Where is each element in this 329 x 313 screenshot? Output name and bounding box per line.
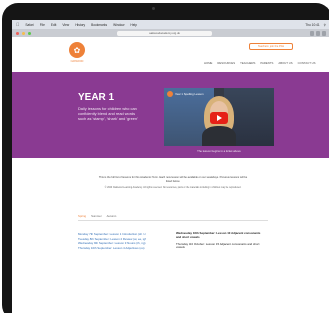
nav-contact[interactable]: CONTACT US	[298, 61, 316, 65]
search-icon[interactable]: ⚲	[324, 23, 326, 27]
menu-edit[interactable]: Edit	[51, 23, 57, 27]
lesson-detail-body: Thursday 3rd October: Lesson 15 Adjacent…	[176, 241, 260, 250]
nav-teachers[interactable]: TEACHERS	[240, 61, 255, 65]
main-nav: HOME RESOURCES TEACHERS PARENTS ABOUT US…	[204, 61, 316, 65]
lesson-list: Monday 7th September: Lesson 1 Introduct…	[78, 232, 146, 250]
copyright-text: © 2020 Oakwood Learning Academy. All rig…	[104, 187, 242, 189]
nav-about[interactable]: ABOUT US	[278, 61, 292, 65]
hero-banner: YEAR 1 Daily lessons for children who ca…	[12, 72, 329, 158]
menu-bookmarks[interactable]: Bookmarks	[91, 23, 107, 27]
lesson-detail-title: Wednesday 16th September: Lesson 10 Adja…	[176, 231, 261, 239]
intro-text: This is the full list of lessons for thi…	[98, 176, 248, 183]
address-bar[interactable]: oakwoodacademy.org.uk	[117, 30, 212, 36]
channel-avatar	[167, 91, 173, 97]
video-player[interactable]: Year 1 Spelling Lesson	[164, 88, 274, 146]
presenter-body	[202, 126, 236, 146]
menu-help[interactable]: Help	[130, 23, 137, 27]
close-window-icon[interactable]	[16, 31, 19, 35]
tablet-frame:  Safari File Edit View History Bookmark…	[2, 3, 329, 313]
new-tab-icon[interactable]	[316, 30, 320, 36]
menu-safari[interactable]: Safari	[25, 23, 33, 27]
tabs-overview-icon[interactable]	[322, 30, 326, 36]
term-tabs: Spring Summer Autumn	[78, 214, 268, 221]
lesson-detail: Wednesday 16th September: Lesson 10 Adja…	[176, 231, 266, 250]
mac-menubar:  Safari File Edit View History Bookmark…	[12, 20, 329, 29]
menu-view[interactable]: View	[62, 23, 69, 27]
video-caption: The lesson begins in a ticket above	[197, 149, 241, 153]
content-area: This is the full list of lessons for thi…	[12, 158, 329, 313]
page-title: YEAR 1	[78, 92, 115, 103]
site-header: ✿ OAKWOOD Teachers: join the Pilot HOME …	[12, 37, 329, 72]
camera-dot	[152, 7, 155, 10]
nav-home[interactable]: HOME	[204, 61, 212, 65]
tab-summer[interactable]: Summer	[91, 214, 102, 218]
tab-spring[interactable]: Spring	[78, 214, 86, 218]
join-pilot-button[interactable]: Teachers: join the Pilot	[249, 43, 293, 50]
menu-history[interactable]: History	[75, 23, 85, 27]
list-item[interactable]: Monday 7th September: Lesson 1 Introduct…	[78, 232, 146, 237]
list-item[interactable]: Thursday 10th September: Lesson 4 Adject…	[78, 246, 146, 251]
nav-resources[interactable]: RESOURCES	[217, 61, 235, 65]
minimize-window-icon[interactable]	[22, 31, 25, 35]
share-icon[interactable]	[310, 30, 314, 36]
nav-parents[interactable]: PARENTS	[260, 61, 273, 65]
page-subtitle: Daily lessons for children who can confi…	[78, 106, 138, 121]
zoom-window-icon[interactable]	[28, 31, 31, 35]
menu-window[interactable]: Window	[113, 23, 124, 27]
menu-file[interactable]: File	[40, 23, 45, 27]
play-icon	[217, 115, 222, 121]
site-logo-icon[interactable]: ✿	[69, 42, 85, 58]
tab-autumn[interactable]: Autumn	[107, 214, 117, 218]
video-title: Year 1 Spelling Lesson	[175, 92, 204, 96]
status-clock: Thu 10:41	[305, 22, 320, 27]
site-logo-text: OAKWOOD	[70, 60, 84, 63]
browser-toolbar: oakwoodacademy.org.uk	[12, 29, 329, 37]
play-button[interactable]	[210, 112, 228, 124]
apple-icon[interactable]: 	[16, 22, 19, 27]
screen:  Safari File Edit View History Bookmark…	[12, 20, 329, 313]
